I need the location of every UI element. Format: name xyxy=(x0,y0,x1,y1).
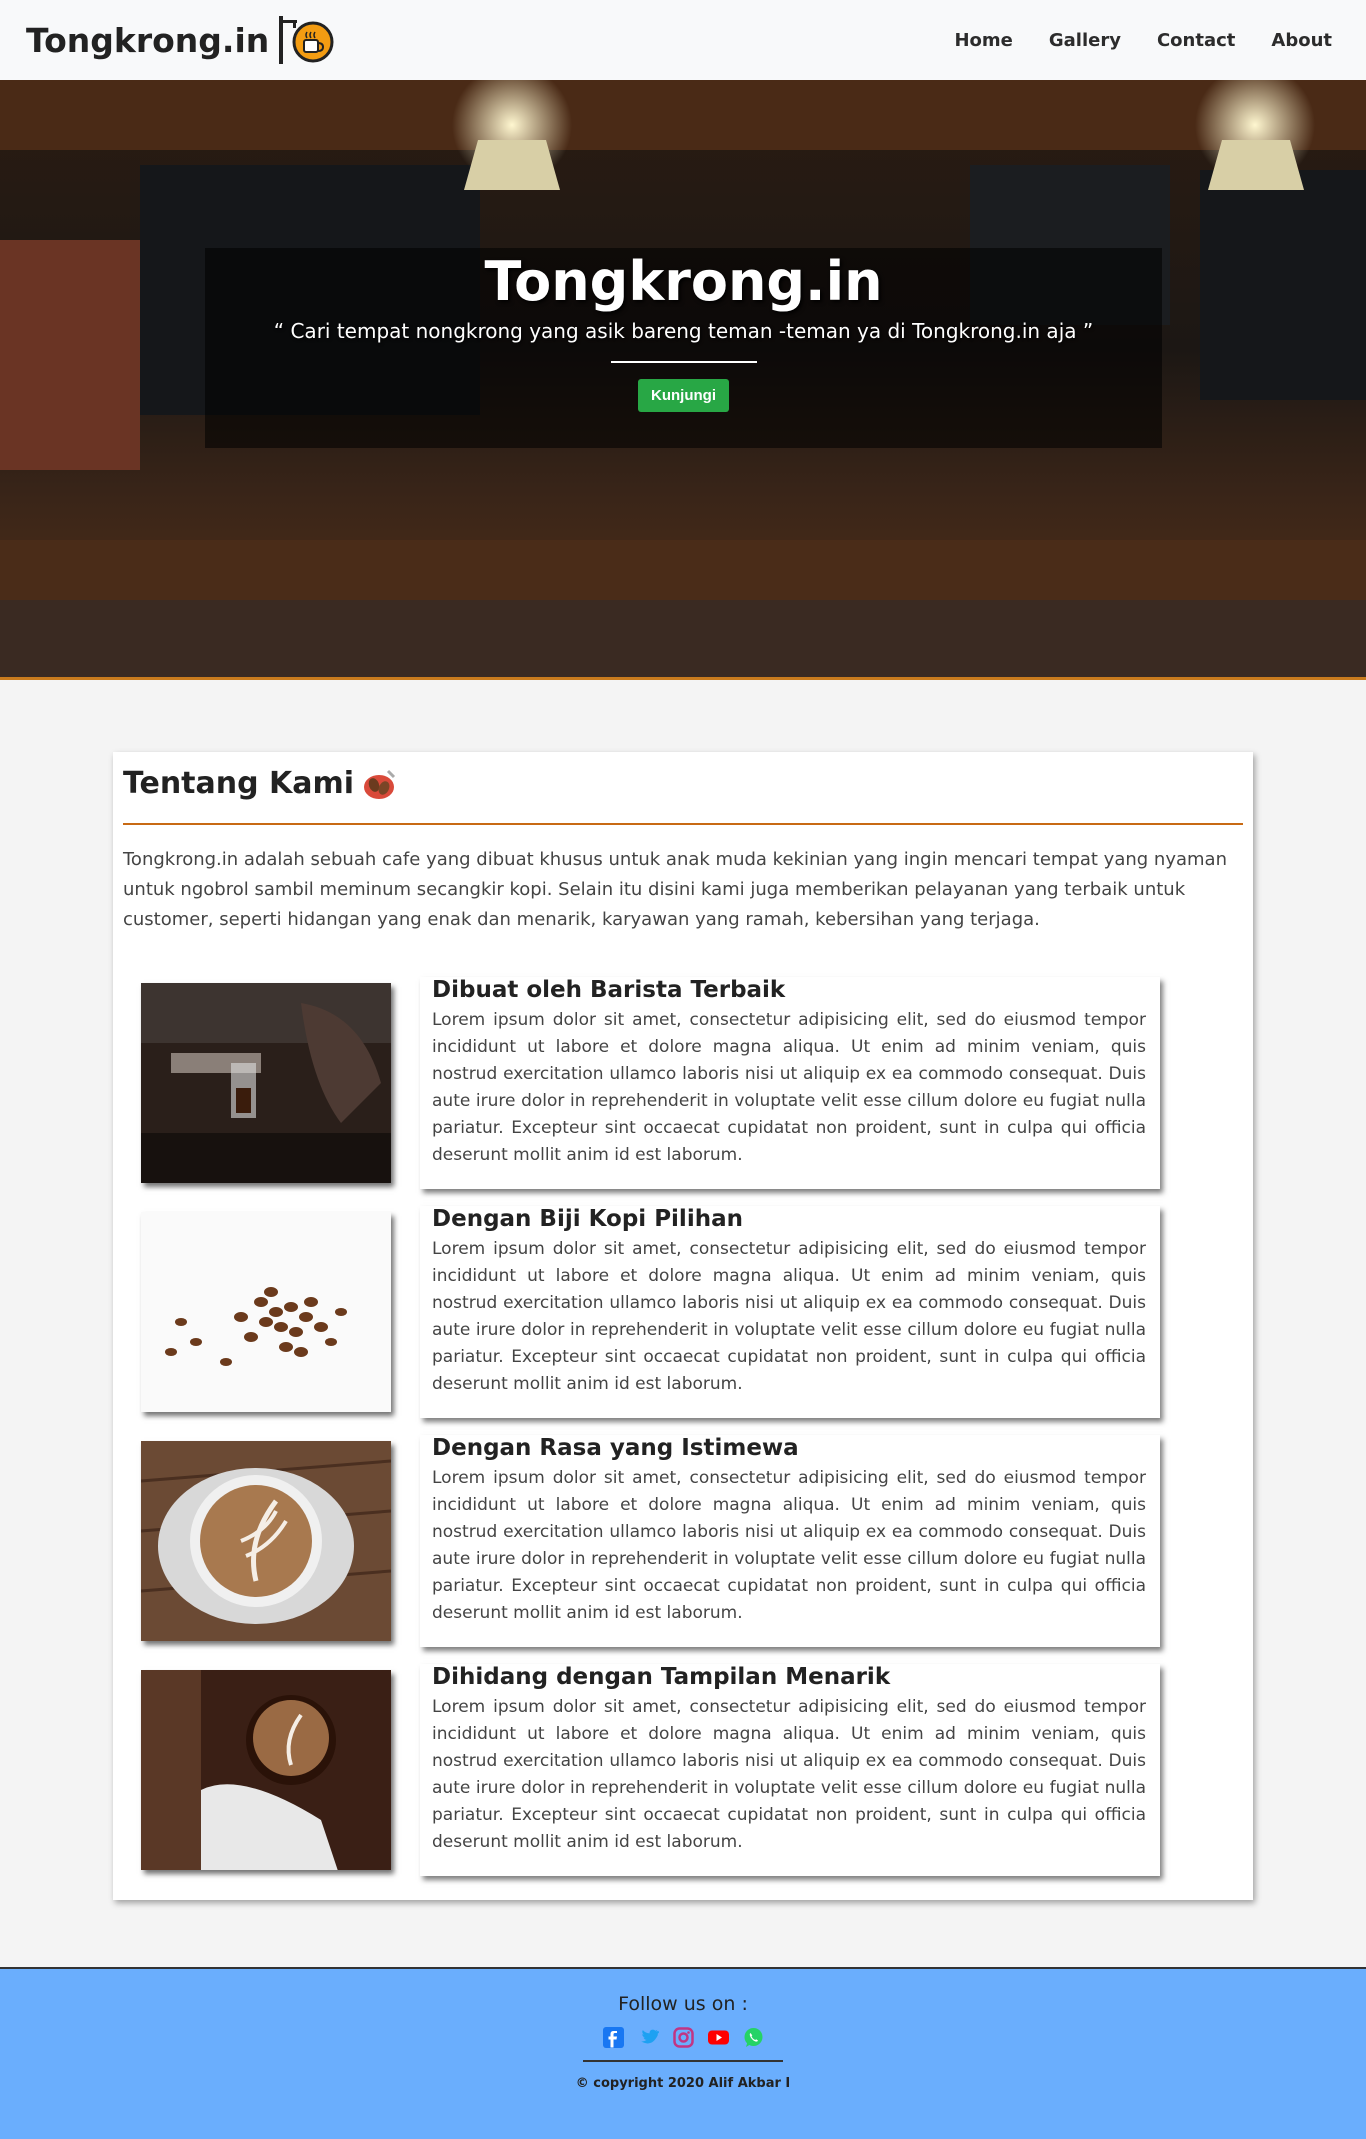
visit-button[interactable]: Kunjungi xyxy=(638,379,729,412)
nav-contact[interactable]: Contact xyxy=(1157,30,1235,51)
nav-home[interactable]: Home xyxy=(954,30,1012,51)
footer: Follow us on : © copyright 2020 Alif Akb… xyxy=(0,1967,1366,2139)
hero-subtitle: “ Cari tempat nongkrong yang asik bareng… xyxy=(273,319,1094,343)
brand-link[interactable]: Tongkrong.in xyxy=(26,14,335,66)
feature-text: Lorem ipsum dolor sit amet, consectetur … xyxy=(432,1010,1146,1165)
coffee-beans-icon xyxy=(364,769,396,799)
feature-card: Dengan Rasa yang Istimewa Lorem ipsum do… xyxy=(420,1435,1160,1647)
feature-card: Dengan Biji Kopi Pilihan Lorem ipsum dol… xyxy=(420,1206,1160,1418)
feature-text: Lorem ipsum dolor sit amet, consectetur … xyxy=(432,1697,1146,1852)
nav-links: Home Gallery Contact About xyxy=(954,30,1332,51)
barista-image xyxy=(141,983,391,1183)
feature-item-barista: Dibuat oleh Barista Terbaik Lorem ipsum … xyxy=(137,977,1160,1189)
coffee-cup-image xyxy=(141,1670,391,1870)
hero-divider xyxy=(610,361,757,363)
feature-title: Dengan Rasa yang Istimewa xyxy=(432,1435,799,1461)
facebook-icon[interactable] xyxy=(602,2027,624,2048)
follow-us-label: Follow us on : xyxy=(618,1993,748,2015)
latte-art-image xyxy=(141,1441,391,1641)
about-divider xyxy=(123,823,1243,825)
instagram-icon[interactable] xyxy=(672,2027,694,2048)
whatsapp-icon[interactable] xyxy=(743,2027,764,2048)
feature-title: Dibuat oleh Barista Terbaik xyxy=(432,977,786,1003)
feature-card: Dibuat oleh Barista Terbaik Lorem ipsum … xyxy=(420,977,1160,1189)
nav-about[interactable]: About xyxy=(1271,30,1332,51)
about-title: Tentang Kami xyxy=(123,766,355,801)
feature-title: Dihidang dengan Tampilan Menarik xyxy=(432,1664,891,1690)
hero-title: Tongkrong.in xyxy=(484,250,883,313)
feature-text: Lorem ipsum dolor sit amet, consectetur … xyxy=(432,1468,1146,1623)
about-heading: Tentang Kami xyxy=(123,766,1243,801)
feature-item-presentation: Dihidang dengan Tampilan Menarik Lorem i… xyxy=(137,1664,1160,1876)
feature-title: Dengan Biji Kopi Pilihan xyxy=(432,1206,743,1232)
feature-text: Lorem ipsum dolor sit amet, consectetur … xyxy=(432,1239,1146,1394)
copyright-text: © copyright 2020 Alif Akbar I xyxy=(575,2076,791,2091)
about-section: Tentang Kami Tongkrong.in adalah sebuah … xyxy=(113,752,1253,1900)
social-icons xyxy=(0,2027,1366,2048)
coffee-sign-logo-icon xyxy=(277,14,335,66)
about-description: Tongkrong.in adalah sebuah cafe yang dib… xyxy=(123,849,1227,930)
feature-card: Dihidang dengan Tampilan Menarik Lorem i… xyxy=(420,1664,1160,1876)
hero-section: Tongkrong.in “ Cari tempat nongkrong yan… xyxy=(0,80,1366,680)
footer-divider xyxy=(583,2060,783,2062)
navbar: Tongkrong.in Home Gallery Contact About xyxy=(0,0,1366,80)
youtube-icon[interactable] xyxy=(707,2027,729,2048)
feature-item-beans: Dengan Biji Kopi Pilihan Lorem ipsum dol… xyxy=(137,1206,1160,1418)
twitter-icon[interactable] xyxy=(638,2027,659,2048)
hero-overlay: Tongkrong.in “ Cari tempat nongkrong yan… xyxy=(205,248,1162,448)
brand-name: Tongkrong.in xyxy=(26,20,270,60)
nav-gallery[interactable]: Gallery xyxy=(1049,30,1121,51)
coffee-beans-image xyxy=(141,1212,391,1412)
feature-item-taste: Dengan Rasa yang Istimewa Lorem ipsum do… xyxy=(137,1435,1160,1647)
